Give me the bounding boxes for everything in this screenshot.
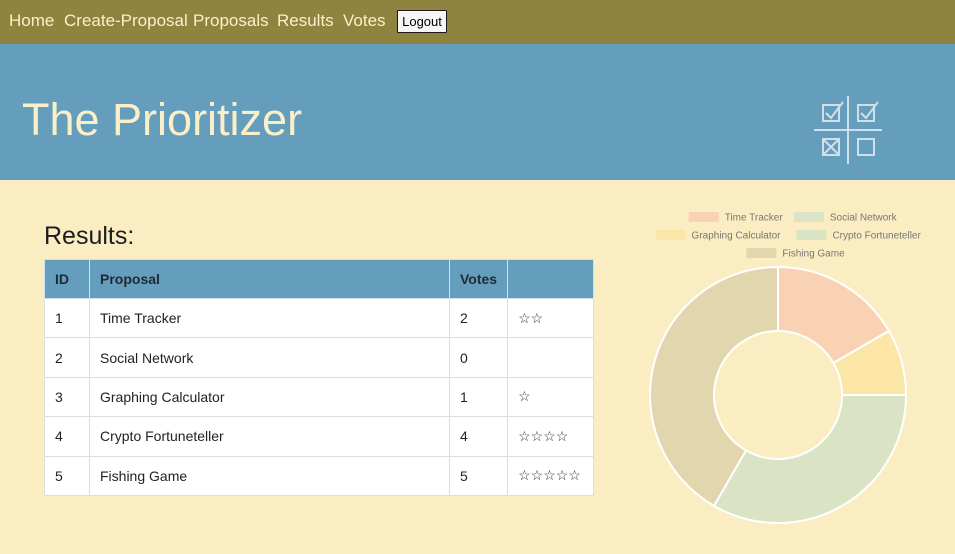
legend-swatch[interactable] [796,230,827,240]
legend-swatch[interactable] [793,212,824,222]
cell-votes: 0 [448,337,509,378]
legend-swatch[interactable] [746,248,777,258]
star-icon: ☆☆ [518,309,544,326]
star-icon: ☆ [518,388,531,405]
table-row: 3 Graphing Calculator 1 ☆ [44,376,594,418]
table-row: 5 Fishing Game 5 ☆☆☆☆☆ [44,455,594,496]
cell-votes: 4 [448,416,509,457]
legend-label[interactable]: Time Tracker [725,213,784,224]
cell-star-rating: ☆ [507,376,594,418]
results-table: ID Proposal Votes 1 Time Tracker 2 ☆☆ 2 … [44,259,594,496]
star-icon: ☆☆☆☆☆ [518,467,581,484]
cell-star-rating: ☆☆ [507,297,594,339]
results-heading: Results: [44,222,135,250]
nav-link-home[interactable]: Home [9,10,54,31]
table-row: 1 Time Tracker 2 ☆☆ [44,297,594,339]
column-header-proposal: Proposal [89,259,450,299]
star-icon: ☆☆☆☆ [518,427,569,444]
column-header-rating [507,259,594,299]
cell-proposal: Social Network [89,337,450,378]
chart-slice-crypto-fortuneteller[interactable] [712,394,908,524]
logout-button[interactable]: Logout [397,10,447,33]
cell-star-rating: ☆☆☆☆☆ [507,455,594,496]
cell-proposal: Fishing Game [89,455,450,496]
cell-proposal: Time Tracker [89,297,450,339]
cell-star-rating [507,337,594,378]
checkbox-grid-icon [814,96,882,164]
header-banner: The Prioritizer [0,44,955,180]
cell-id: 5 [44,455,90,496]
legend-swatch[interactable] [655,230,686,240]
table-row: 4 Crypto Fortuneteller 4 ☆☆☆☆ [44,416,594,457]
cell-proposal: Crypto Fortuneteller [89,416,450,457]
results-doughnut-chart: Time Tracker Social Network Graphing Calcu… [649,212,921,524]
nav-link-create-proposal[interactable]: Create-Proposal [64,10,188,31]
cell-id: 2 [44,337,90,378]
legend-label[interactable]: Crypto Fortuneteller [832,231,921,242]
cell-star-rating: ☆☆☆☆ [507,416,594,457]
legend-label[interactable]: Social Network [830,213,898,224]
table-header-row: ID Proposal Votes [44,259,594,299]
cell-id: 4 [44,416,90,457]
app-title: The Prioritizer [22,94,303,145]
nav-link-votes[interactable]: Votes [343,10,386,31]
cell-votes: 2 [448,297,509,339]
legend-label[interactable]: Fishing Game [782,249,845,260]
cell-proposal: Graphing Calculator [89,376,450,418]
top-nav: Home Create-Proposal Proposals Results V… [0,0,955,44]
nav-link-results[interactable]: Results [277,10,334,31]
legend-swatch[interactable] [688,212,719,222]
cell-id: 3 [44,376,90,418]
cell-id: 1 [44,297,90,339]
legend-label[interactable]: Graphing Calculator [692,231,782,242]
column-header-votes: Votes [448,259,509,299]
table-row: 2 Social Network 0 [44,337,594,378]
nav-link-proposals[interactable]: Proposals [193,10,269,31]
column-header-id: ID [44,259,90,299]
cell-votes: 5 [448,455,509,496]
cell-votes: 1 [448,376,509,418]
